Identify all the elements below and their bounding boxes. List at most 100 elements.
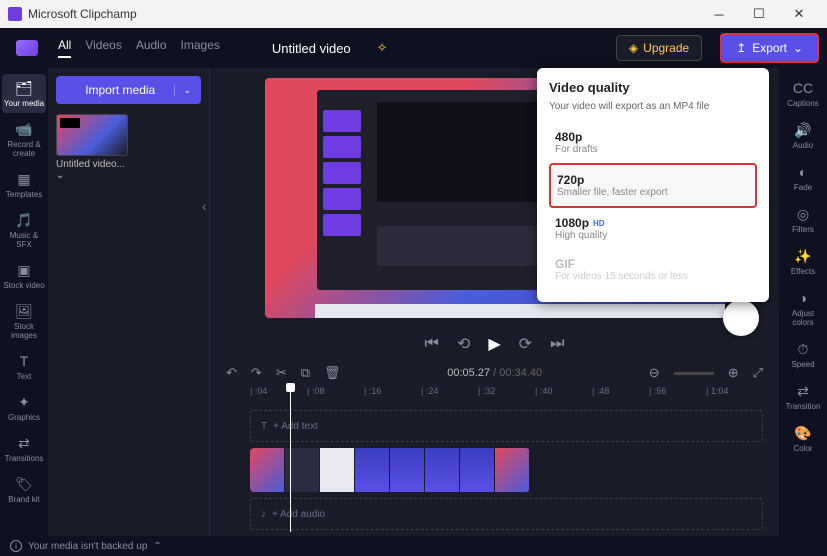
play-button[interactable]: ▶ xyxy=(488,334,500,354)
tab-videos[interactable]: Videos xyxy=(85,38,121,58)
playhead-handle[interactable] xyxy=(286,383,295,392)
export-option-480p[interactable]: 480p For drafts xyxy=(549,122,757,163)
step-back-icon[interactable]: ⟲ xyxy=(457,334,470,354)
nav-icon: ⇄ xyxy=(15,434,33,452)
tab-all[interactable]: All xyxy=(58,38,71,58)
prop-icon: ◐ xyxy=(794,163,812,181)
zoom-out-icon[interactable]: ⊖ xyxy=(649,365,660,381)
prop-icon: 🎨 xyxy=(794,424,812,442)
nav-icon: 🎵 xyxy=(15,211,33,229)
nav-icon: 🏷 xyxy=(15,475,33,493)
import-media-button[interactable]: Import media ⌄ xyxy=(56,76,201,104)
text-track[interactable]: T + Add text xyxy=(250,410,763,442)
nav-icon: 📹 xyxy=(15,120,33,138)
nav-label: Stock images xyxy=(2,322,46,340)
redo-icon[interactable]: ↷ xyxy=(251,365,262,381)
nav-label: Record & create xyxy=(2,140,46,158)
nav-label: Your media xyxy=(4,99,44,108)
project-title[interactable]: Untitled video xyxy=(272,41,351,56)
chevron-down-icon: ⌄ xyxy=(793,41,803,55)
preview-fab[interactable] xyxy=(723,300,759,336)
timeline-tracks: T + Add text ♪ + Add audio xyxy=(210,404,779,536)
collapse-panel-icon[interactable]: ‹ xyxy=(202,198,207,214)
timeline-ruler[interactable]: | :04| :08| :16| :24| :32| :40| :48| :56… xyxy=(210,386,779,404)
media-clip[interactable]: Untitled video... ⌄ xyxy=(56,114,128,181)
media-thumbnail xyxy=(56,114,128,156)
import-dropdown-icon[interactable]: ⌄ xyxy=(174,85,191,96)
nav-text[interactable]: TText xyxy=(2,347,46,386)
ruler-tick: | :48 xyxy=(592,386,649,404)
text-icon: T xyxy=(261,421,267,432)
upgrade-label: Upgrade xyxy=(643,41,689,55)
chevron-up-icon[interactable]: ⌃ xyxy=(153,541,161,552)
trash-icon[interactable]: 🗑 xyxy=(324,365,341,381)
prop-icon: ◑ xyxy=(794,289,812,307)
upgrade-button[interactable]: ◈ Upgrade xyxy=(616,35,702,61)
zoom-fit-icon[interactable]: ⤢ xyxy=(753,365,763,381)
ruler-tick: | 1:04 xyxy=(706,386,763,404)
undo-icon[interactable]: ↶ xyxy=(226,365,237,381)
step-forward-icon[interactable]: ⟳ xyxy=(519,334,532,354)
prop-color[interactable]: 🎨Color xyxy=(781,419,825,458)
video-track[interactable] xyxy=(250,448,763,492)
zoom-slider[interactable] xyxy=(674,372,714,375)
scissors-icon[interactable]: ✂ xyxy=(276,365,287,381)
prop-fade[interactable]: ◐Fade xyxy=(781,158,825,197)
nav-stock-images[interactable]: 🖼 Stock images xyxy=(2,297,46,345)
nav-brand-kit[interactable]: 🏷Brand kit xyxy=(2,470,46,509)
prop-filters[interactable]: ◎Filters xyxy=(781,200,825,239)
nav-stock-video[interactable]: ▣Stock video xyxy=(2,256,46,295)
nav-icon: 🗂 xyxy=(15,79,33,97)
prop-transition[interactable]: ⇄Transition xyxy=(781,377,825,416)
ruler-tick: | :16 xyxy=(364,386,421,404)
upload-icon: ↥ xyxy=(736,41,746,55)
copy-icon[interactable]: ⧉ xyxy=(301,365,310,381)
nav-music-sfx[interactable]: 🎵Music & SFX xyxy=(2,206,46,254)
media-tabs: All Videos Audio Images xyxy=(58,38,220,58)
nav-label: Templates xyxy=(6,190,42,199)
nav-templates[interactable]: ▦Templates xyxy=(2,165,46,204)
nav-graphics[interactable]: ✦Graphics xyxy=(2,388,46,427)
prop-adjust-colors[interactable]: ◑Adjust colors xyxy=(781,284,825,332)
prop-speed[interactable]: ⏱Speed xyxy=(781,335,825,374)
export-option-720p[interactable]: 720p Smaller file, faster export xyxy=(549,163,757,208)
maximize-button[interactable]: ☐ xyxy=(739,6,779,22)
nav-transitions[interactable]: ⇄Transitions xyxy=(2,429,46,468)
prop-captions[interactable]: CCCaptions xyxy=(781,74,825,113)
zoom-in-icon[interactable]: ⊕ xyxy=(728,365,739,381)
prop-label: Filters xyxy=(792,225,814,234)
close-button[interactable]: ✕ xyxy=(779,6,819,22)
window-titlebar: Microsoft Clipchamp ─ ☐ ✕ xyxy=(0,0,827,28)
nav-your-media[interactable]: 🗂 Your media xyxy=(2,74,46,113)
nav-icon: ✦ xyxy=(15,393,33,411)
prop-icon: ✨ xyxy=(794,247,812,265)
export-option-1080p[interactable]: 1080p HD High quality xyxy=(549,208,757,249)
tab-images[interactable]: Images xyxy=(181,38,220,58)
audio-track[interactable]: ♪ + Add audio xyxy=(250,498,763,530)
export-quality-popup: Video quality Your video will export as … xyxy=(537,68,769,302)
export-button[interactable]: ↥ Export ⌄ xyxy=(720,33,819,63)
skip-start-icon[interactable]: ⏮ xyxy=(425,335,439,353)
prop-effects[interactable]: ✨ Effects xyxy=(781,242,825,281)
prop-label: Effects xyxy=(791,267,815,276)
export-option-gif[interactable]: GIF For videos 15 seconds or less xyxy=(549,249,757,290)
diamond-icon: ◈ xyxy=(629,41,638,55)
prop-audio[interactable]: 🔊Audio xyxy=(781,116,825,155)
tab-audio[interactable]: Audio xyxy=(136,38,167,58)
minimize-button[interactable]: ─ xyxy=(699,7,739,22)
prop-icon: ⇄ xyxy=(794,382,812,400)
audio-track-placeholder: + Add audio xyxy=(272,509,325,520)
ruler-tick: | :56 xyxy=(649,386,706,404)
ai-sparkle-icon[interactable]: ✧ xyxy=(377,40,388,56)
text-track-placeholder: + Add text xyxy=(273,421,318,432)
popup-title: Video quality xyxy=(549,80,757,95)
nav-label: Stock video xyxy=(3,281,44,290)
skip-end-icon[interactable]: ⏭ xyxy=(550,335,564,353)
video-clip[interactable] xyxy=(250,448,530,492)
nav-record-create[interactable]: 📹 Record & create xyxy=(2,115,46,163)
media-panel: Import media ⌄ Untitled video... ⌄ xyxy=(48,68,210,536)
prop-label: Speed xyxy=(791,360,814,369)
ruler-tick: | :40 xyxy=(535,386,592,404)
nav-icon: 🖼 xyxy=(15,302,33,320)
info-icon: i xyxy=(10,540,22,552)
